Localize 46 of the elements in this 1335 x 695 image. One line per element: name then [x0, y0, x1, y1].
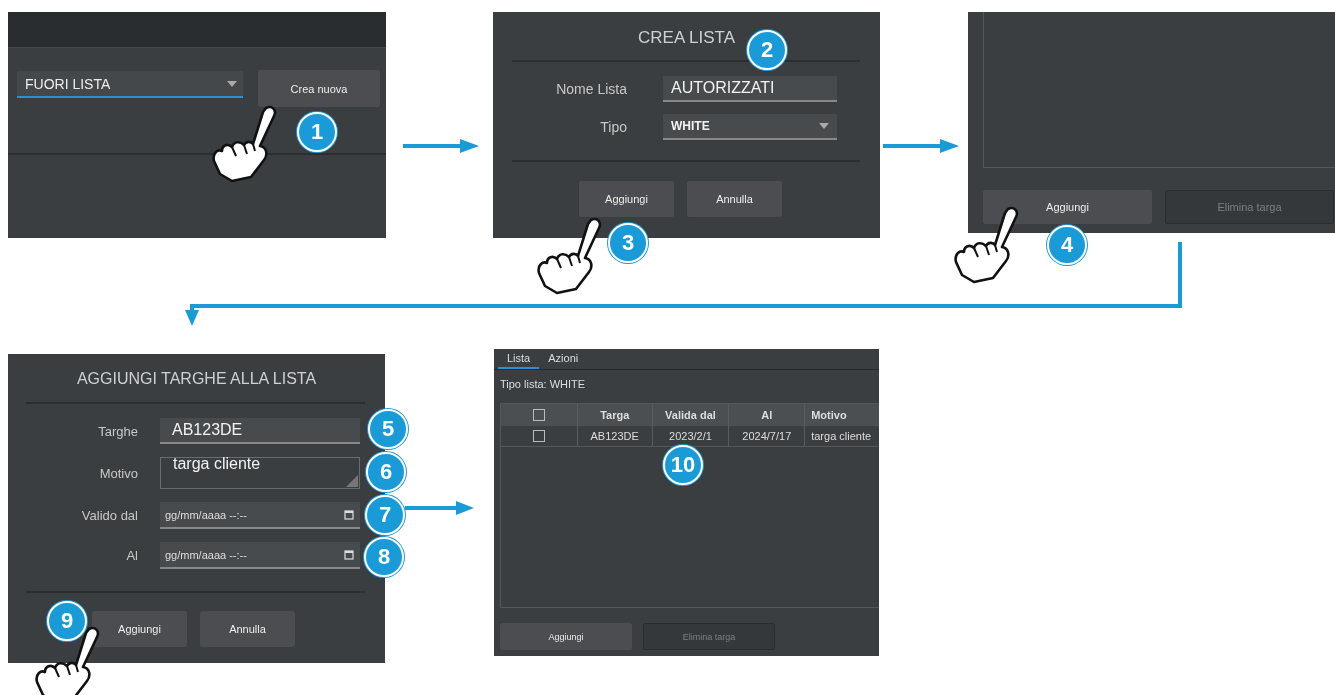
create-new-button[interactable]: Crea nuova [258, 70, 380, 107]
text-field[interactable]: AB123DE [160, 418, 360, 444]
resize-grip-icon [346, 475, 358, 487]
list-button[interactable]: Aggiungi [983, 190, 1152, 224]
dialog-button[interactable]: Annulla [200, 611, 295, 647]
dialog-title: CREA LISTA [637, 27, 736, 44]
dialog-button[interactable]: Aggiungi [579, 181, 674, 217]
dialog-title: AGGIUNGI TARGHE ALLA LISTA [75, 369, 318, 386]
field-label: Motivo [98, 465, 138, 481]
field-label: Valido dal [80, 508, 138, 523]
field-label: Al [125, 548, 138, 563]
caret-icon [227, 80, 237, 87]
column-header: Valida dal [652, 404, 730, 426]
step-number: 8 [364, 537, 404, 577]
calendar-icon [344, 549, 354, 560]
caret-icon [819, 123, 829, 129]
table-cell: 2024/7/17 [729, 426, 806, 446]
date-field[interactable]: gg/mm/aaaa --:-- [160, 542, 360, 569]
list-type-label: Tipo lista: WHITE [499, 377, 587, 392]
tab[interactable]: Azioni [539, 349, 588, 369]
text-field[interactable]: AUTORIZZATI [663, 76, 837, 102]
dialog-button[interactable]: Aggiungi [92, 611, 187, 647]
list-dropdown[interactable]: FUORI LISTA [17, 71, 243, 98]
date-field[interactable]: gg/mm/aaaa --:-- [160, 502, 360, 529]
field-label: Targhe [97, 423, 138, 439]
list-button[interactable]: Aggiungi [500, 623, 632, 650]
text-area[interactable]: targa cliente [160, 457, 360, 489]
tab[interactable]: Lista [498, 349, 540, 369]
table-cell: AB123DE [577, 426, 653, 446]
column-header: Motivo [810, 408, 848, 423]
column-header: Al [729, 404, 806, 426]
field-label: Nome Lista [555, 81, 627, 97]
step-number: 7 [365, 495, 405, 535]
calendar-icon [344, 509, 354, 520]
step-number: 6 [366, 452, 406, 492]
step-number: 4 [1047, 225, 1087, 265]
column-header: Targa [577, 404, 653, 426]
step-number: 5 [368, 409, 408, 449]
table-cell-text: targa cliente [810, 429, 873, 444]
field-label: Tipo [599, 119, 627, 135]
step-number: 3 [608, 223, 648, 263]
checkbox[interactable] [532, 430, 545, 442]
dropdown-field[interactable]: WHITE [663, 114, 837, 140]
checkbox[interactable] [532, 409, 545, 421]
arrow [405, 501, 474, 515]
dialog-button[interactable]: Annulla [687, 181, 782, 217]
